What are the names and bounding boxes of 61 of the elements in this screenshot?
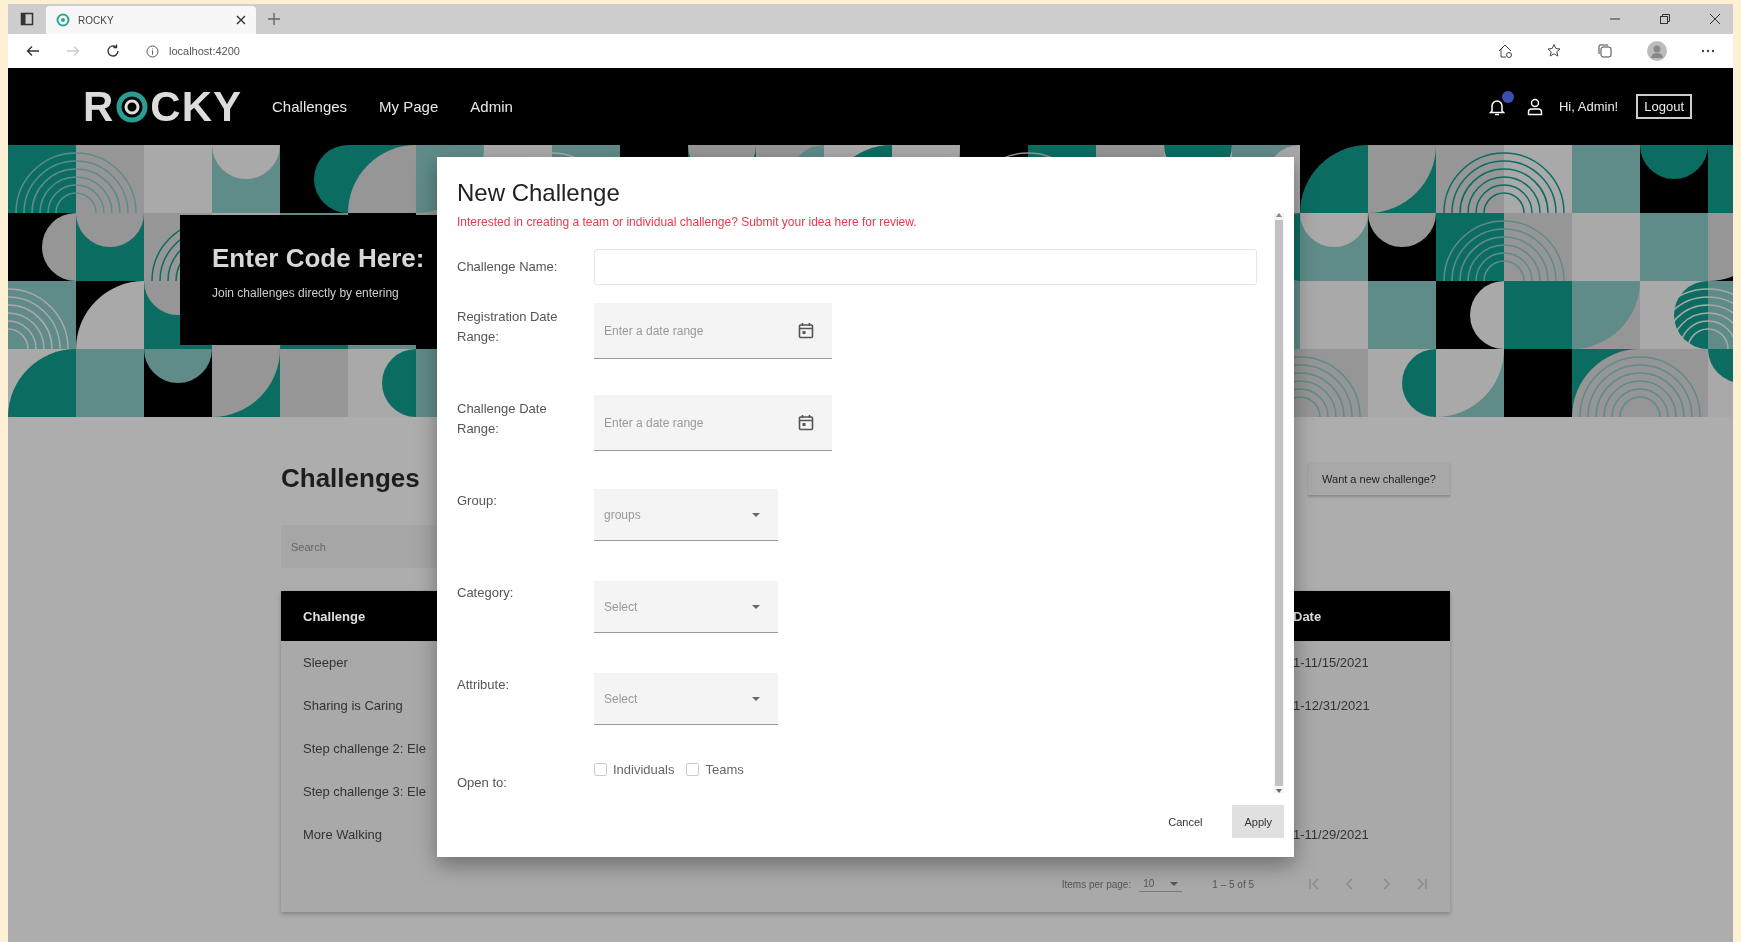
back-arrow-icon[interactable] bbox=[26, 44, 40, 58]
enter-code-subtitle: Join challenges directly by entering bbox=[212, 286, 400, 300]
table-cell: 1-11/15/2021 bbox=[1293, 655, 1369, 670]
table-cell: Step challenge 2: Ele bbox=[303, 741, 426, 756]
field-label: Registration Date Range: bbox=[457, 308, 559, 346]
tab-actions-icon[interactable] bbox=[20, 12, 34, 26]
rocky-logo[interactable]: R CKY bbox=[83, 82, 243, 131]
info-icon bbox=[146, 44, 159, 58]
user-icon[interactable] bbox=[1527, 97, 1543, 116]
address-field[interactable]: localhost:4200 bbox=[146, 44, 240, 58]
logout-button[interactable]: Logout bbox=[1636, 94, 1692, 119]
caret-icon bbox=[752, 696, 760, 701]
nav-link[interactable]: Admin bbox=[470, 98, 513, 115]
more-options-icon[interactable] bbox=[1701, 49, 1715, 53]
items-per-page-label: Items per page: bbox=[1061, 878, 1132, 890]
table-cell: Sharing is Caring bbox=[303, 698, 403, 713]
field-label: Attribute: bbox=[457, 676, 511, 694]
caret-icon bbox=[752, 604, 760, 609]
apply-button[interactable]: Apply bbox=[1232, 805, 1284, 838]
table-cell: 1-12/31/2021 bbox=[1293, 698, 1370, 713]
close-window-icon[interactable] bbox=[1709, 13, 1721, 25]
browser-tab[interactable]: ROCKY bbox=[46, 6, 256, 34]
nav-link[interactable]: Challenges bbox=[272, 98, 348, 115]
field-label: Group: bbox=[457, 492, 498, 510]
cancel-button[interactable]: Cancel bbox=[1156, 805, 1215, 838]
column-header: Date bbox=[1293, 608, 1322, 624]
checkbox-option[interactable]: Teams bbox=[686, 762, 744, 777]
scroll-up-arrow-icon[interactable] bbox=[1276, 213, 1282, 217]
table-cell: More Walking bbox=[303, 827, 382, 842]
refresh-icon[interactable] bbox=[106, 44, 120, 58]
table-cell: Step challenge 3: Ele bbox=[303, 784, 426, 799]
page-title: Challenges bbox=[281, 463, 420, 494]
notifications-bell-icon[interactable] bbox=[1489, 89, 1515, 116]
new-challenge-button[interactable]: Want a new challenge? bbox=[1308, 462, 1450, 495]
favorites-star-icon[interactable] bbox=[1547, 43, 1563, 59]
new-tab-icon[interactable] bbox=[268, 13, 280, 25]
caret-icon bbox=[1170, 881, 1179, 886]
profile-avatar-icon[interactable] bbox=[1647, 41, 1667, 61]
dialog-title: New Challenge bbox=[457, 179, 621, 207]
field-label: Open to: bbox=[457, 774, 508, 792]
scroll-down-arrow-icon[interactable] bbox=[1276, 789, 1282, 793]
dialog-scrollbar[interactable] bbox=[1274, 213, 1284, 793]
field-label: Challenge Date Range: bbox=[457, 400, 548, 438]
collections-icon[interactable] bbox=[1597, 43, 1613, 59]
field-label: Category: bbox=[457, 584, 515, 602]
table-cell: 1-11/29/2021 bbox=[1293, 827, 1369, 842]
page-range-text: 1 – 5 of 5 bbox=[1212, 878, 1254, 890]
tab-favicon-icon bbox=[56, 13, 70, 27]
challenge-name-field[interactable] bbox=[594, 249, 1257, 285]
nav-link[interactable]: My Page bbox=[379, 98, 439, 115]
caret-icon bbox=[752, 512, 760, 517]
calendar-icon[interactable] bbox=[798, 322, 814, 339]
dialog-note: Interested in creating a team or individual challenge? Submit your idea here for review. bbox=[457, 215, 918, 229]
calendar-icon[interactable] bbox=[798, 414, 814, 431]
table-cell: Sleeper bbox=[303, 655, 348, 670]
greeting-text: Hi, Admin! bbox=[1559, 99, 1619, 114]
column-header: Challenge bbox=[303, 608, 366, 624]
restore-icon[interactable] bbox=[1659, 13, 1671, 25]
close-tab-icon[interactable] bbox=[236, 15, 246, 25]
checkbox-option[interactable]: Individuals bbox=[594, 762, 675, 777]
field-label: Challenge Name: bbox=[457, 258, 559, 276]
